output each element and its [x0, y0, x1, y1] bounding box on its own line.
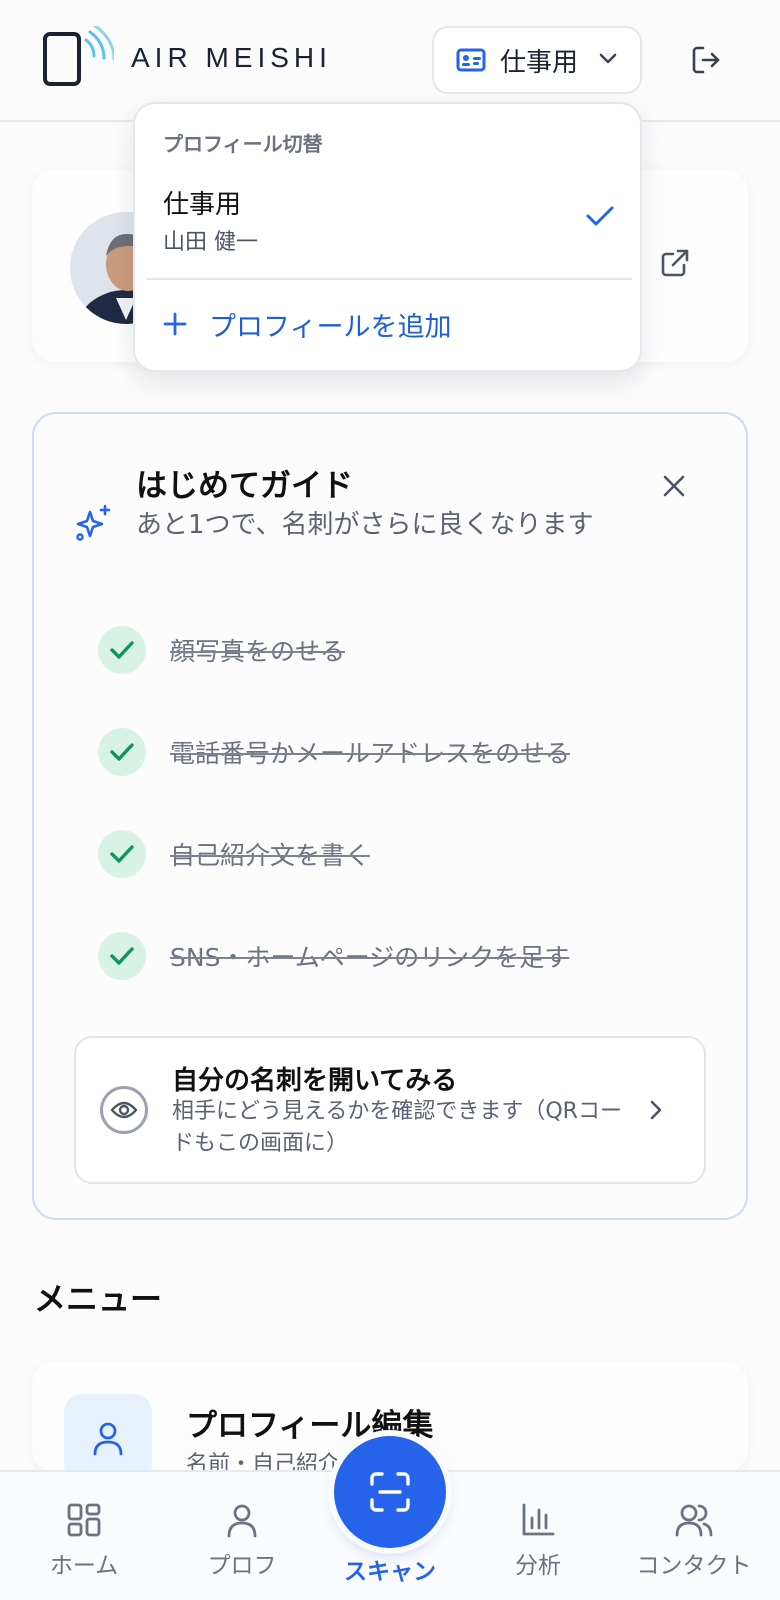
scan-icon [368, 1470, 412, 1514]
guide-task-item: 顔写真をのせる [98, 626, 345, 674]
open-card-title: 自分の名刺を開いてみる [172, 1066, 458, 1096]
person-icon [64, 1394, 152, 1482]
add-profile-label: プロフィールを追加 [209, 311, 452, 343]
nav-item-profile[interactable]: プロフ [164, 1502, 320, 1580]
task-label: 自己紹介文を書く [170, 841, 371, 870]
nav-label: 分析 [515, 1553, 561, 1579]
check-icon [585, 204, 615, 228]
plus-icon [163, 312, 187, 336]
external-link-icon[interactable] [660, 248, 690, 278]
menu-heading: メニュー [34, 1280, 163, 1318]
guide-task-item: SNS・ホームページのリンクを足す [98, 932, 569, 980]
check-circle-icon [98, 830, 146, 878]
task-label: 電話番号かメールアドレスをのせる [170, 739, 571, 768]
open-card-subtitle: 相手にどう見えるかを確認できます（QRコードもこの画面に） [172, 1099, 622, 1156]
sparkle-icon [74, 504, 114, 544]
nav-label: ホーム [49, 1553, 119, 1579]
task-label: 顔写真をのせる [170, 637, 346, 666]
close-icon[interactable] [662, 474, 686, 498]
chevron-right-icon [648, 1098, 664, 1122]
add-profile-button[interactable]: プロフィールを追加 [163, 304, 451, 344]
nav-item-home[interactable]: ホーム [6, 1502, 162, 1580]
nav-label-scan[interactable]: スキャン [312, 1552, 468, 1586]
grid-icon [66, 1502, 102, 1538]
guide-subtitle: あと1つで、名刺がさらに良くなります [136, 510, 594, 540]
profile-option-name: 仕事用 [163, 190, 242, 220]
bar-chart-icon [520, 1502, 556, 1538]
profile-option-owner: 山田 健一 [163, 230, 258, 255]
task-label: SNS・ホームページのリンクを足す [170, 943, 570, 972]
guide-task-item: 電話番号かメールアドレスをのせる [98, 728, 570, 776]
check-circle-icon [98, 932, 146, 980]
contacts-icon [674, 1502, 714, 1538]
nav-item-contacts[interactable]: コンタクト [616, 1502, 772, 1580]
app-logo-icon [42, 26, 114, 88]
nav-label: コンタクト [636, 1553, 752, 1579]
profile-switcher-label: 仕事用 [500, 48, 579, 78]
eye-icon [100, 1086, 148, 1134]
person-icon [224, 1502, 260, 1538]
id-card-icon [456, 48, 486, 72]
open-my-card-button[interactable]: 自分の名刺を開いてみる 相手にどう見えるかを確認できます（QRコードもこの画面に… [74, 1036, 706, 1184]
onboarding-guide-card: はじめてガイド あと1つで、名刺がさらに良くなります 顔写真をのせる 電話番号か… [32, 412, 748, 1220]
dropdown-divider [147, 278, 632, 280]
profile-switcher-button[interactable]: 仕事用 [432, 26, 642, 94]
logout-icon[interactable] [690, 44, 722, 76]
brand-name: AIR MEISHI [131, 42, 332, 73]
nav-label: プロフ [207, 1553, 277, 1579]
nav-item-analytics[interactable]: 分析 [460, 1502, 616, 1580]
check-circle-icon [98, 626, 146, 674]
guide-task-item: 自己紹介文を書く [98, 830, 370, 878]
scan-button[interactable] [334, 1436, 446, 1548]
guide-title: はじめてガイド [136, 468, 353, 504]
check-circle-icon [98, 728, 146, 776]
dropdown-title: プロフィール切替 [163, 132, 323, 156]
profile-dropdown: プロフィール切替 仕事用 山田 健一 プロフィールを追加 [133, 102, 642, 372]
chevron-down-icon [598, 52, 618, 66]
